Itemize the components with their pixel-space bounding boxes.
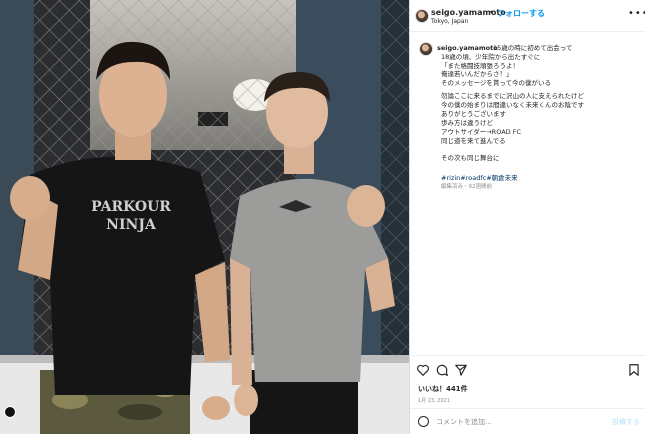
- caption-username[interactable]: seigo.yamamoto: [437, 44, 498, 52]
- hashtags: #rizin#roadfc#朝倉未来: [441, 172, 518, 182]
- comment-icon[interactable]: [435, 363, 449, 377]
- avatar[interactable]: [415, 9, 429, 23]
- header-divider: [410, 31, 645, 32]
- caption-line: アウトサイダー→ROAD FC: [441, 128, 521, 136]
- tagged-users-icon[interactable]: [4, 406, 16, 418]
- photo-illustration: PARKOUR NINJA: [0, 0, 409, 434]
- shirt-text-line1: PARKOUR: [91, 199, 171, 215]
- caption-avatar[interactable]: [419, 42, 433, 56]
- follow-button[interactable]: フォローする: [497, 8, 545, 19]
- share-icon[interactable]: [454, 363, 468, 377]
- bookmark-icon[interactable]: [627, 363, 641, 377]
- hashtag-link[interactable]: #roadfc: [460, 174, 486, 182]
- more-options-icon[interactable]: •••: [628, 8, 645, 19]
- like-count[interactable]: いいね！441件: [418, 384, 468, 394]
- post-photo[interactable]: PARKOUR NINJA: [0, 0, 409, 434]
- shirt-text-line2: NINJA: [106, 217, 157, 233]
- caption-line: ありがとうございます: [441, 110, 506, 118]
- heart-icon[interactable]: [416, 363, 430, 377]
- caption-line: 勿論ここに来るまでに沢山の人に支えられたけど: [441, 92, 584, 100]
- caption-line: 18歳の頃、少年院から出たすぐに: [441, 53, 541, 61]
- post-location[interactable]: Tokyo, Japan: [431, 18, 468, 25]
- caption-line: 歩み方は違うけど: [441, 119, 493, 127]
- caption-line: 今の僕の始まりは間違いなく未来くんのお陰です: [441, 101, 584, 109]
- comment-input[interactable]: コメントを追加...: [436, 417, 492, 427]
- caption-line: 「また格闘技頑張ろうよ！: [441, 62, 519, 70]
- caption-line: そのメッセージを貰って今の僕がいる: [441, 79, 552, 87]
- caption-meta: 編集済み・92週間前: [441, 184, 492, 190]
- separator-dot: •: [489, 8, 494, 17]
- comment-divider: [410, 408, 645, 409]
- actions-divider: [410, 355, 645, 356]
- instagram-post-window: PARKOUR NINJA seigo.yamamoto • フォローする To…: [0, 0, 645, 434]
- caption-line: 同じ道を来て進んでる: [441, 137, 506, 145]
- caption-line: 俺達若いんだからさ！」: [441, 70, 513, 78]
- caption-line: 15歳の時に初めて出会って: [493, 44, 573, 52]
- hashtag-link[interactable]: #朝倉未来: [486, 174, 517, 182]
- hashtag-link[interactable]: #rizin: [441, 174, 460, 182]
- post-date: 1月 23, 2021: [418, 398, 451, 404]
- post-username[interactable]: seigo.yamamoto: [431, 8, 506, 17]
- post-comment-button[interactable]: 投稿する: [612, 417, 640, 427]
- caption-line: その次も同じ舞台に: [441, 154, 500, 162]
- emoji-icon[interactable]: [418, 416, 429, 427]
